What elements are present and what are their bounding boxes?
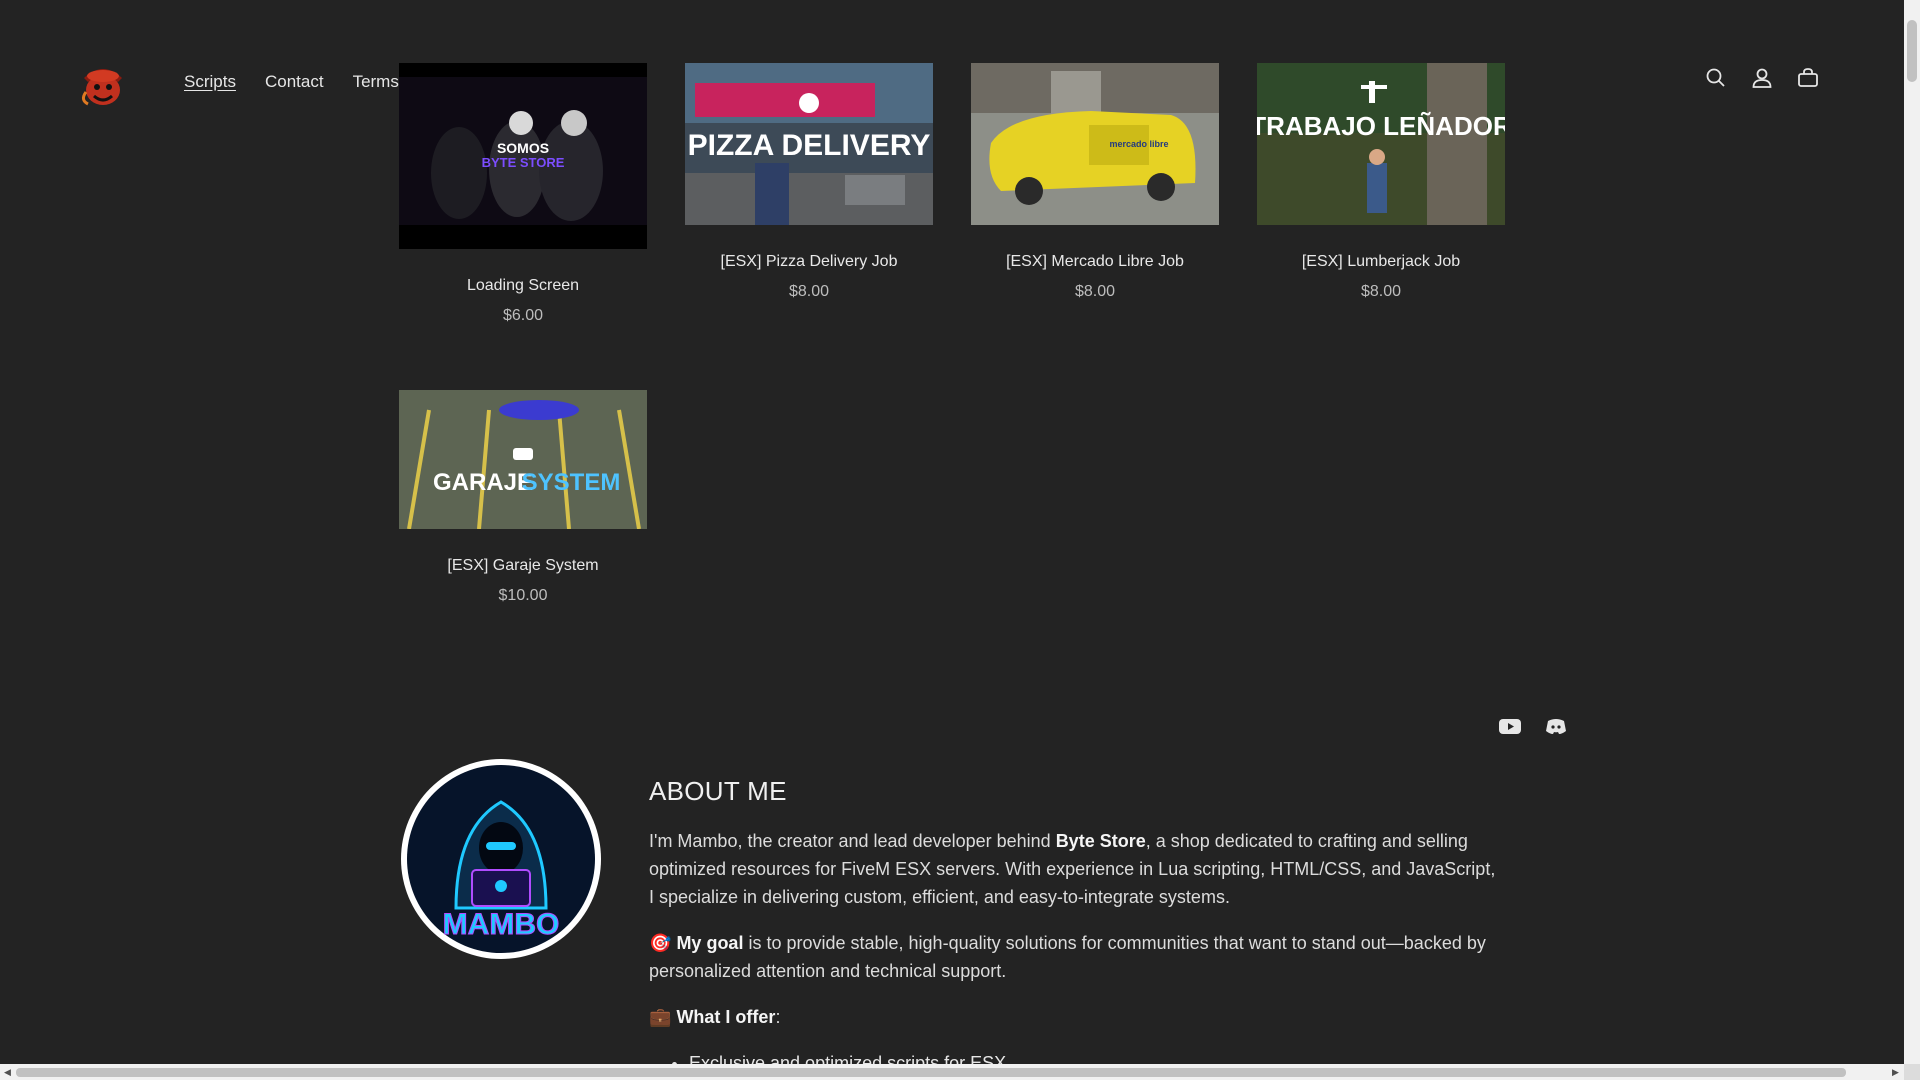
product-title[interactable]: [ESX] Mercado Libre Job <box>971 253 1219 271</box>
pirate-mascot-icon <box>81 69 122 106</box>
store-logo[interactable] <box>76 56 130 110</box>
product-price: $8.00 <box>1074 283 1116 300</box>
scroll-left-icon[interactable]: ◀ <box>4 1067 11 1078</box>
vertical-scrollbar[interactable] <box>1904 0 1920 1064</box>
product-card-mercado-libre[interactable]: mercado libre [ESX] Mercado Libre Job $8… <box>971 63 1219 301</box>
thumb-text-mercadolibre: mercado libre <box>1109 139 1168 149</box>
discord-icon[interactable] <box>1544 714 1568 738</box>
header-actions <box>1704 66 1820 90</box>
product-price: $6.00 <box>502 307 544 324</box>
account-icon[interactable] <box>1750 66 1774 90</box>
nav-terms[interactable]: Terms <box>353 72 399 92</box>
avatar: MAMBO <box>400 758 602 960</box>
search-icon[interactable] <box>1704 66 1728 90</box>
main-nav: Scripts Contact Terms <box>184 72 428 92</box>
thumb-text-bytestore: BYTE STORE <box>482 155 565 170</box>
cart-icon[interactable] <box>1796 66 1820 90</box>
product-image: mercado libre <box>971 63 1219 225</box>
brand-name: Byte Store <box>1055 831 1146 851</box>
product-title[interactable]: [ESX] Pizza Delivery Job <box>685 253 933 271</box>
scrollbar-thumb[interactable] <box>16 1068 1846 1077</box>
list-item: Exclusive and optimized scripts for ESX <box>689 1049 1501 1064</box>
target-icon: 🎯 <box>649 933 672 953</box>
nav-scripts[interactable]: Scripts <box>184 72 236 92</box>
product-title[interactable]: Loading Screen <box>399 277 647 295</box>
product-card-loading-screen[interactable]: SOMOS BYTE STORE Loading Screen $6.00 <box>399 63 647 325</box>
product-card-garaje-system[interactable]: GARAJE SYSTEM [ESX] Garaje System $10.00 <box>399 390 647 605</box>
horizontal-scrollbar[interactable]: ◀ ▶ <box>0 1064 1904 1080</box>
page: Scripts Contact Terms SOMOS BYTE STORE L… <box>0 0 1904 1064</box>
youtube-icon[interactable] <box>1498 714 1522 738</box>
thumb-text-system: SYSTEM <box>522 469 621 496</box>
social-links <box>1498 714 1568 738</box>
scrollbar-corner <box>1904 1064 1920 1080</box>
about-paragraph-1: I'm Mambo, the creator and lead develope… <box>649 831 1496 907</box>
product-card-lumberjack[interactable]: TRABAJO LEÑADOR [ESX] Lumberjack Job $8.… <box>1257 63 1505 301</box>
thumb-text-pizza: PIZZA DELIVERY <box>688 129 931 162</box>
nav-contact[interactable]: Contact <box>265 72 324 92</box>
offer-list: Exclusive and optimized scripts for ESX <box>649 1049 1501 1064</box>
scroll-right-icon[interactable]: ▶ <box>1892 1067 1899 1078</box>
product-title[interactable]: [ESX] Lumberjack Job <box>1257 253 1505 271</box>
product-title[interactable]: [ESX] Garaje System <box>399 557 647 575</box>
product-price: $8.00 <box>1360 283 1402 300</box>
product-price: $10.00 <box>498 587 548 604</box>
product-card-pizza-delivery[interactable]: PIZZA DELIVERY [ESX] Pizza Delivery Job … <box>685 63 933 301</box>
product-image: SOMOS BYTE STORE <box>399 63 647 249</box>
scrollbar-thumb[interactable] <box>1907 20 1917 82</box>
about-paragraph-3: 💼 What I offer: <box>649 1007 781 1027</box>
briefcase-icon: 💼 <box>649 1007 672 1027</box>
thumb-text-somos: SOMOS <box>497 140 549 156</box>
product-image: GARAJE SYSTEM <box>399 390 647 529</box>
about-heading: ABOUT ME <box>649 776 787 806</box>
about-section: ABOUT ME I'm Mambo, the creator and lead… <box>649 776 1501 1064</box>
product-price: $8.00 <box>788 283 830 300</box>
about-paragraph-2: 🎯 My goal is to provide stable, high-qua… <box>649 933 1486 981</box>
product-image: TRABAJO LEÑADOR <box>1257 63 1505 225</box>
thumb-text-garaje: GARAJE <box>433 469 533 496</box>
thumb-text-lenador: TRABAJO LEÑADOR <box>1257 111 1505 141</box>
avatar-text: MAMBO <box>443 908 560 941</box>
product-image: PIZZA DELIVERY <box>685 63 933 225</box>
